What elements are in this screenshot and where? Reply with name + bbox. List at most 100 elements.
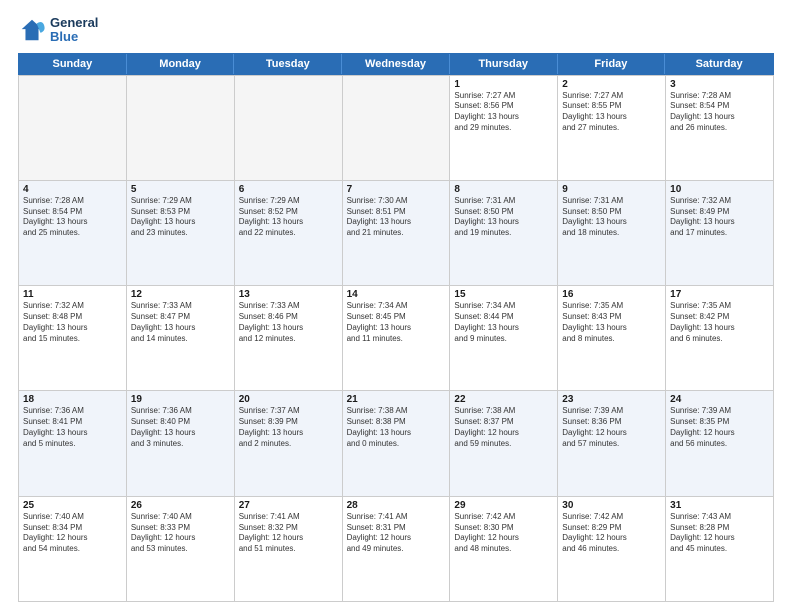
empty-cell [19,76,127,180]
day-info: Sunrise: 7:35 AM Sunset: 8:43 PM Dayligh… [562,301,661,344]
day-info: Sunrise: 7:33 AM Sunset: 8:46 PM Dayligh… [239,301,338,344]
empty-cell [343,76,451,180]
day-info: Sunrise: 7:29 AM Sunset: 8:53 PM Dayligh… [131,196,230,239]
day-info: Sunrise: 7:42 AM Sunset: 8:29 PM Dayligh… [562,512,661,555]
day-cell-27: 27Sunrise: 7:41 AM Sunset: 8:32 PM Dayli… [235,497,343,601]
day-info: Sunrise: 7:39 AM Sunset: 8:36 PM Dayligh… [562,406,661,449]
day-info: Sunrise: 7:42 AM Sunset: 8:30 PM Dayligh… [454,512,553,555]
day-number: 30 [562,500,661,511]
day-info: Sunrise: 7:36 AM Sunset: 8:41 PM Dayligh… [23,406,122,449]
header-day-tuesday: Tuesday [234,54,342,74]
header-day-wednesday: Wednesday [342,54,450,74]
day-number: 23 [562,394,661,405]
day-number: 29 [454,500,553,511]
calendar: SundayMondayTuesdayWednesdayThursdayFrid… [18,53,774,602]
day-cell-19: 19Sunrise: 7:36 AM Sunset: 8:40 PM Dayli… [127,391,235,495]
day-number: 13 [239,289,338,300]
day-cell-16: 16Sunrise: 7:35 AM Sunset: 8:43 PM Dayli… [558,286,666,390]
day-cell-22: 22Sunrise: 7:38 AM Sunset: 8:37 PM Dayli… [450,391,558,495]
day-info: Sunrise: 7:33 AM Sunset: 8:47 PM Dayligh… [131,301,230,344]
day-cell-12: 12Sunrise: 7:33 AM Sunset: 8:47 PM Dayli… [127,286,235,390]
calendar-row-1: 1Sunrise: 7:27 AM Sunset: 8:56 PM Daylig… [18,75,774,181]
day-cell-4: 4Sunrise: 7:28 AM Sunset: 8:54 PM Daylig… [19,181,127,285]
day-cell-13: 13Sunrise: 7:33 AM Sunset: 8:46 PM Dayli… [235,286,343,390]
day-info: Sunrise: 7:34 AM Sunset: 8:44 PM Dayligh… [454,301,553,344]
day-info: Sunrise: 7:41 AM Sunset: 8:31 PM Dayligh… [347,512,446,555]
day-info: Sunrise: 7:43 AM Sunset: 8:28 PM Dayligh… [670,512,769,555]
day-cell-21: 21Sunrise: 7:38 AM Sunset: 8:38 PM Dayli… [343,391,451,495]
day-cell-1: 1Sunrise: 7:27 AM Sunset: 8:56 PM Daylig… [450,76,558,180]
day-cell-25: 25Sunrise: 7:40 AM Sunset: 8:34 PM Dayli… [19,497,127,601]
calendar-body: 1Sunrise: 7:27 AM Sunset: 8:56 PM Daylig… [18,75,774,602]
header-day-friday: Friday [558,54,666,74]
calendar-row-4: 18Sunrise: 7:36 AM Sunset: 8:41 PM Dayli… [18,391,774,496]
empty-cell [235,76,343,180]
header-day-monday: Monday [127,54,235,74]
day-cell-9: 9Sunrise: 7:31 AM Sunset: 8:50 PM Daylig… [558,181,666,285]
day-cell-3: 3Sunrise: 7:28 AM Sunset: 8:54 PM Daylig… [666,76,774,180]
day-number: 1 [454,79,553,90]
day-number: 21 [347,394,446,405]
day-cell-20: 20Sunrise: 7:37 AM Sunset: 8:39 PM Dayli… [235,391,343,495]
day-number: 25 [23,500,122,511]
header-day-thursday: Thursday [450,54,558,74]
day-number: 11 [23,289,122,300]
day-info: Sunrise: 7:34 AM Sunset: 8:45 PM Dayligh… [347,301,446,344]
day-info: Sunrise: 7:40 AM Sunset: 8:33 PM Dayligh… [131,512,230,555]
day-cell-5: 5Sunrise: 7:29 AM Sunset: 8:53 PM Daylig… [127,181,235,285]
calendar-header: SundayMondayTuesdayWednesdayThursdayFrid… [18,53,774,75]
page: General Blue SundayMondayTuesdayWednesda… [0,0,792,612]
day-cell-18: 18Sunrise: 7:36 AM Sunset: 8:41 PM Dayli… [19,391,127,495]
day-cell-17: 17Sunrise: 7:35 AM Sunset: 8:42 PM Dayli… [666,286,774,390]
day-number: 5 [131,184,230,195]
logo-icon [18,16,46,44]
day-number: 8 [454,184,553,195]
day-info: Sunrise: 7:27 AM Sunset: 8:55 PM Dayligh… [562,91,661,134]
day-cell-29: 29Sunrise: 7:42 AM Sunset: 8:30 PM Dayli… [450,497,558,601]
logo-text: General Blue [50,16,98,45]
logo: General Blue [18,16,98,45]
day-cell-6: 6Sunrise: 7:29 AM Sunset: 8:52 PM Daylig… [235,181,343,285]
day-number: 31 [670,500,769,511]
day-info: Sunrise: 7:38 AM Sunset: 8:37 PM Dayligh… [454,406,553,449]
day-cell-15: 15Sunrise: 7:34 AM Sunset: 8:44 PM Dayli… [450,286,558,390]
day-info: Sunrise: 7:28 AM Sunset: 8:54 PM Dayligh… [23,196,122,239]
day-info: Sunrise: 7:30 AM Sunset: 8:51 PM Dayligh… [347,196,446,239]
day-cell-23: 23Sunrise: 7:39 AM Sunset: 8:36 PM Dayli… [558,391,666,495]
day-cell-30: 30Sunrise: 7:42 AM Sunset: 8:29 PM Dayli… [558,497,666,601]
calendar-row-5: 25Sunrise: 7:40 AM Sunset: 8:34 PM Dayli… [18,497,774,602]
day-cell-2: 2Sunrise: 7:27 AM Sunset: 8:55 PM Daylig… [558,76,666,180]
header-day-saturday: Saturday [665,54,773,74]
day-cell-14: 14Sunrise: 7:34 AM Sunset: 8:45 PM Dayli… [343,286,451,390]
day-number: 4 [23,184,122,195]
day-cell-8: 8Sunrise: 7:31 AM Sunset: 8:50 PM Daylig… [450,181,558,285]
day-number: 17 [670,289,769,300]
day-number: 9 [562,184,661,195]
day-number: 6 [239,184,338,195]
day-number: 12 [131,289,230,300]
day-number: 3 [670,79,769,90]
header: General Blue [18,16,774,45]
day-number: 22 [454,394,553,405]
day-number: 20 [239,394,338,405]
day-info: Sunrise: 7:38 AM Sunset: 8:38 PM Dayligh… [347,406,446,449]
empty-cell [127,76,235,180]
day-info: Sunrise: 7:37 AM Sunset: 8:39 PM Dayligh… [239,406,338,449]
day-number: 28 [347,500,446,511]
day-info: Sunrise: 7:31 AM Sunset: 8:50 PM Dayligh… [562,196,661,239]
day-number: 16 [562,289,661,300]
day-number: 10 [670,184,769,195]
day-number: 26 [131,500,230,511]
day-cell-11: 11Sunrise: 7:32 AM Sunset: 8:48 PM Dayli… [19,286,127,390]
day-cell-28: 28Sunrise: 7:41 AM Sunset: 8:31 PM Dayli… [343,497,451,601]
day-number: 19 [131,394,230,405]
day-info: Sunrise: 7:40 AM Sunset: 8:34 PM Dayligh… [23,512,122,555]
day-info: Sunrise: 7:32 AM Sunset: 8:49 PM Dayligh… [670,196,769,239]
day-info: Sunrise: 7:31 AM Sunset: 8:50 PM Dayligh… [454,196,553,239]
day-number: 14 [347,289,446,300]
day-info: Sunrise: 7:28 AM Sunset: 8:54 PM Dayligh… [670,91,769,134]
header-day-sunday: Sunday [19,54,127,74]
day-number: 7 [347,184,446,195]
calendar-row-3: 11Sunrise: 7:32 AM Sunset: 8:48 PM Dayli… [18,286,774,391]
day-info: Sunrise: 7:35 AM Sunset: 8:42 PM Dayligh… [670,301,769,344]
